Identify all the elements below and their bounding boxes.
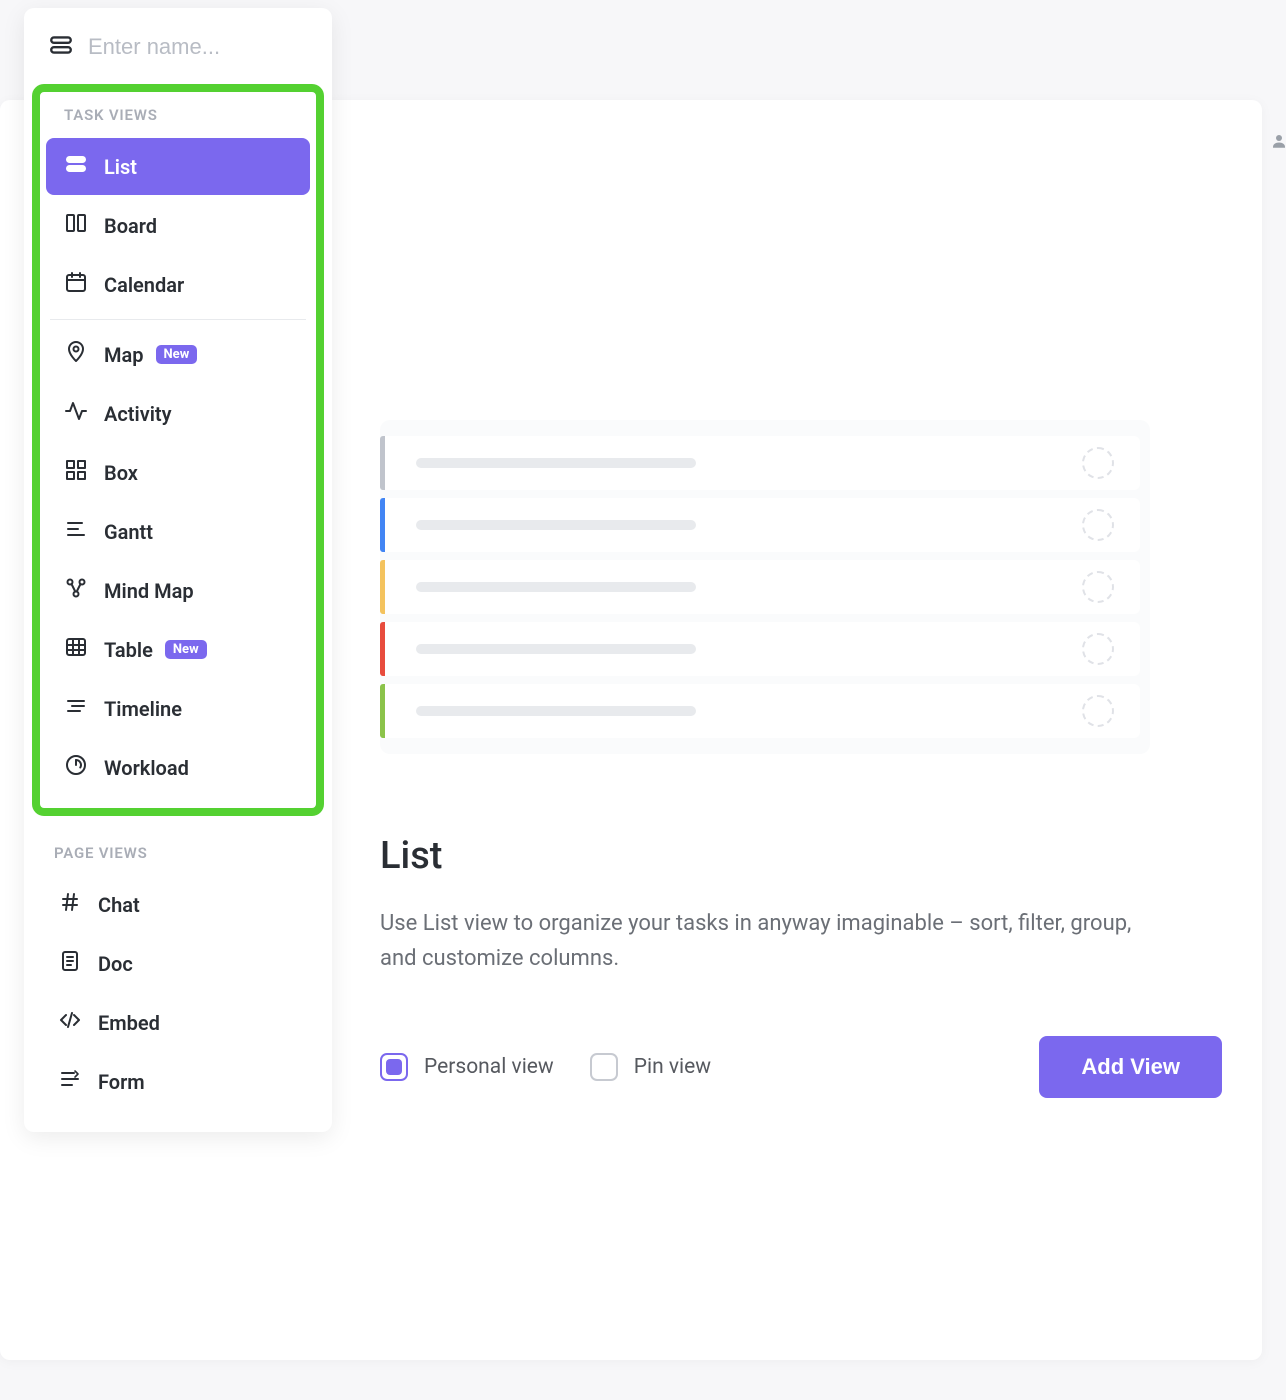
embed-icon (58, 1008, 82, 1037)
page-view-form[interactable]: Form (40, 1053, 316, 1110)
view-detail-description: Use List view to organize your tasks in … (380, 906, 1140, 976)
task-view-board[interactable]: Board (46, 197, 310, 254)
gantt-icon (64, 517, 88, 546)
preview-bar (416, 582, 696, 592)
view-detail-title: List (380, 834, 1262, 878)
box-grid-icon (64, 458, 88, 487)
divider (50, 319, 306, 320)
view-label: Board (104, 214, 157, 238)
task-view-table[interactable]: Table New (46, 621, 310, 678)
page-view-embed[interactable]: Embed (40, 994, 316, 1051)
personal-view-label: Personal view (424, 1055, 554, 1079)
task-view-mindmap[interactable]: Mind Map (46, 562, 310, 619)
view-label: Table (104, 638, 153, 662)
task-view-map[interactable]: Map New (46, 326, 310, 383)
page-view-doc[interactable]: Doc (40, 935, 316, 992)
task-views-highlight: TASK VIEWS List Board Calendar Map New Activi… (32, 84, 324, 816)
assignee-placeholder-icon (1082, 509, 1114, 541)
workload-icon (64, 753, 88, 782)
view-label: Calendar (104, 273, 184, 297)
view-label: Chat (98, 893, 140, 917)
view-label: Activity (104, 402, 172, 426)
list-icon (48, 32, 74, 62)
view-label: Box (104, 461, 138, 485)
view-label: Workload (104, 756, 189, 780)
checkbox-icon (380, 1053, 408, 1081)
new-badge: New (156, 345, 198, 364)
pin-view-label: Pin view (634, 1055, 711, 1079)
add-view-button[interactable]: Add View (1039, 1036, 1222, 1098)
task-view-activity[interactable]: Activity (46, 385, 310, 442)
view-picker-panel: TASK VIEWS List Board Calendar Map New Activi… (24, 8, 332, 1132)
preview-bar (416, 520, 696, 530)
preview-row (380, 436, 1140, 490)
table-icon (64, 635, 88, 664)
task-view-timeline[interactable]: Timeline (46, 680, 310, 737)
task-view-gantt[interactable]: Gantt (46, 503, 310, 560)
mindmap-icon (64, 576, 88, 605)
assignee-placeholder-icon (1082, 633, 1114, 665)
page-views-section-label: PAGE VIEWS (24, 816, 332, 874)
timeline-icon (64, 694, 88, 723)
activity-icon (64, 399, 88, 428)
view-label: Timeline (104, 697, 182, 721)
new-badge: New (165, 640, 207, 659)
user-icon (1270, 132, 1282, 156)
view-name-input[interactable] (88, 34, 308, 60)
personal-view-checkbox[interactable]: Personal view (380, 1053, 554, 1081)
options-row: Personal view Pin view Add View (380, 1036, 1262, 1098)
map-pin-icon (64, 340, 88, 369)
preview-bar (416, 706, 696, 716)
preview-bar (416, 644, 696, 654)
name-input-row (24, 26, 332, 84)
checkbox-icon (590, 1053, 618, 1081)
view-label: Mind Map (104, 579, 194, 603)
task-view-box[interactable]: Box (46, 444, 310, 501)
view-label: Map (104, 343, 144, 367)
preview-row (380, 684, 1140, 738)
page-view-chat[interactable]: Chat (40, 876, 316, 933)
view-label: Doc (98, 952, 133, 976)
doc-icon (58, 949, 82, 978)
task-views-section-label: TASK VIEWS (46, 98, 310, 136)
pin-view-checkbox[interactable]: Pin view (590, 1053, 711, 1081)
view-label: Embed (98, 1011, 160, 1035)
board-icon (64, 211, 88, 240)
calendar-icon (64, 270, 88, 299)
list-preview-card (380, 420, 1150, 754)
task-view-calendar[interactable]: Calendar (46, 256, 310, 313)
form-icon (58, 1067, 82, 1096)
task-view-list[interactable]: List (46, 138, 310, 195)
preview-bar (416, 458, 696, 468)
hash-icon (58, 890, 82, 919)
view-label: List (104, 155, 137, 179)
view-label: Form (98, 1070, 145, 1094)
task-view-workload[interactable]: Workload (46, 739, 310, 796)
preview-row (380, 560, 1140, 614)
preview-row (380, 498, 1140, 552)
list-icon (64, 152, 88, 181)
assignee-placeholder-icon (1082, 447, 1114, 479)
assignee-placeholder-icon (1082, 571, 1114, 603)
assignee-placeholder-icon (1082, 695, 1114, 727)
view-label: Gantt (104, 520, 153, 544)
preview-row (380, 622, 1140, 676)
